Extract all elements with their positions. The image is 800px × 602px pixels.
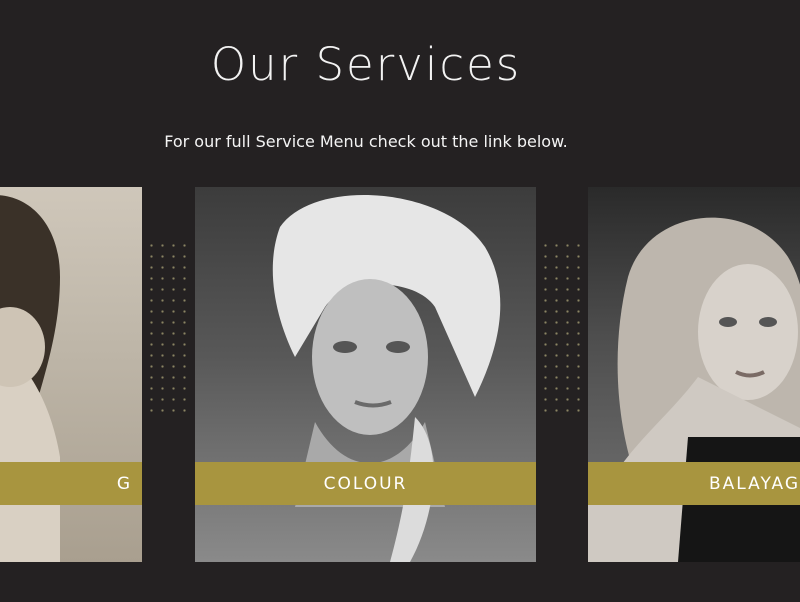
service-label: BALAYAGE	[588, 462, 800, 505]
service-card-colour[interactable]: COLOUR	[195, 187, 536, 562]
decorative-dot-grid	[540, 240, 586, 412]
service-card-balayage[interactable]: BALAYAGE	[588, 187, 800, 562]
service-label: G	[0, 462, 142, 505]
service-photo	[0, 195, 60, 562]
service-label: COLOUR	[195, 462, 536, 505]
service-photo	[272, 194, 501, 562]
page-subtitle: For our full Service Menu check out the …	[164, 132, 568, 151]
service-card-styling[interactable]: G	[0, 187, 142, 562]
page-title: Our Services	[210, 38, 522, 91]
service-photo	[588, 217, 800, 562]
decorative-dot-grid	[146, 240, 192, 412]
